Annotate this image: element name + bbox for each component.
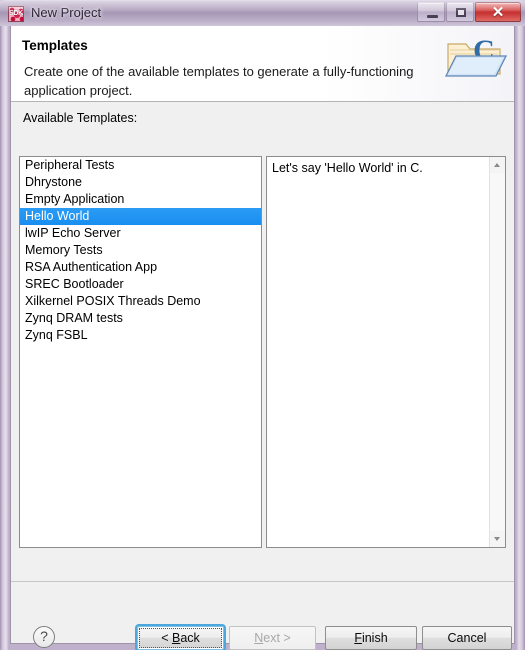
template-description-text: Let's say 'Hello World' in C. xyxy=(272,161,423,175)
page-title: Templates xyxy=(22,38,88,53)
scroll-down-button[interactable] xyxy=(490,531,505,547)
scroll-up-button[interactable] xyxy=(490,157,505,173)
list-item-label: Zynq FSBL xyxy=(25,328,88,342)
list-item[interactable]: Xilkernel POSIX Threads Demo xyxy=(20,293,261,310)
list-item-label: Hello World xyxy=(25,209,90,223)
template-description-panel[interactable]: Let's say 'Hello World' in C. xyxy=(266,156,506,548)
list-item-label: Xilkernel POSIX Threads Demo xyxy=(25,294,201,308)
new-project-dialog: SDK New Project ✕ Templates Create one o… xyxy=(0,0,525,650)
maximize-button[interactable] xyxy=(446,2,474,22)
dialog-body: Available Templates: Peripheral Tests Dhr… xyxy=(11,103,514,581)
description-scrollbar[interactable] xyxy=(489,157,505,547)
close-icon: ✕ xyxy=(491,4,505,21)
finish-button[interactable]: Finish xyxy=(325,626,417,650)
list-item-label: RSA Authentication App xyxy=(25,260,158,274)
list-item[interactable]: Hello World xyxy=(20,208,261,225)
list-item-label: Empty Application xyxy=(25,192,125,206)
list-item-label: Dhrystone xyxy=(25,175,82,189)
list-item[interactable]: RSA Authentication App xyxy=(20,259,261,276)
sdk-icon: SDK xyxy=(8,6,24,22)
maximize-icon xyxy=(456,8,466,17)
list-item[interactable]: Zynq DRAM tests xyxy=(20,310,261,327)
list-item-label: Memory Tests xyxy=(25,243,103,257)
window-controls: ✕ xyxy=(416,2,521,23)
back-button[interactable]: < Back xyxy=(135,624,226,650)
minimize-button[interactable] xyxy=(417,2,445,22)
title-bar[interactable]: SDK New Project ✕ xyxy=(0,0,525,26)
window-title: New Project xyxy=(31,5,102,20)
list-item-label: Zynq DRAM tests xyxy=(25,311,123,325)
cancel-button[interactable]: Cancel xyxy=(422,626,512,650)
finish-button-label: Finish xyxy=(354,631,388,645)
help-button[interactable]: ? xyxy=(33,626,55,648)
list-item[interactable]: SREC Bootloader xyxy=(20,276,261,293)
page-description: Create one of the available templates to… xyxy=(24,64,414,98)
list-item[interactable]: Dhrystone xyxy=(20,174,261,191)
minimize-icon xyxy=(427,15,438,18)
templates-listbox[interactable]: Peripheral Tests Dhrystone Empty Applicati… xyxy=(19,156,262,548)
available-templates-label: Available Templates: xyxy=(23,111,138,125)
folder-c-icon: C xyxy=(442,30,508,94)
dialog-footer: ? < Back Next > Finish Cancel xyxy=(11,582,514,650)
scroll-down-icon xyxy=(494,537,500,541)
next-button[interactable]: Next > xyxy=(229,626,316,650)
list-item[interactable]: Peripheral Tests xyxy=(20,157,261,174)
dialog-header: Templates Create one of the available te… xyxy=(11,26,514,102)
sdk-icon-label: SDK xyxy=(9,10,23,17)
list-item[interactable]: Empty Application xyxy=(20,191,261,208)
dialog-client-area: Templates Create one of the available te… xyxy=(10,26,515,650)
list-item-label: lwIP Echo Server xyxy=(25,226,121,240)
list-item[interactable]: Zynq FSBL xyxy=(20,327,261,344)
list-item-label: Peripheral Tests xyxy=(25,158,115,172)
scroll-up-icon xyxy=(494,163,500,167)
close-button[interactable]: ✕ xyxy=(475,2,521,22)
next-button-label: Next > xyxy=(254,631,291,645)
list-item[interactable]: lwIP Echo Server xyxy=(20,225,261,242)
list-item[interactable]: Memory Tests xyxy=(20,242,261,259)
list-item-label: SREC Bootloader xyxy=(25,277,124,291)
